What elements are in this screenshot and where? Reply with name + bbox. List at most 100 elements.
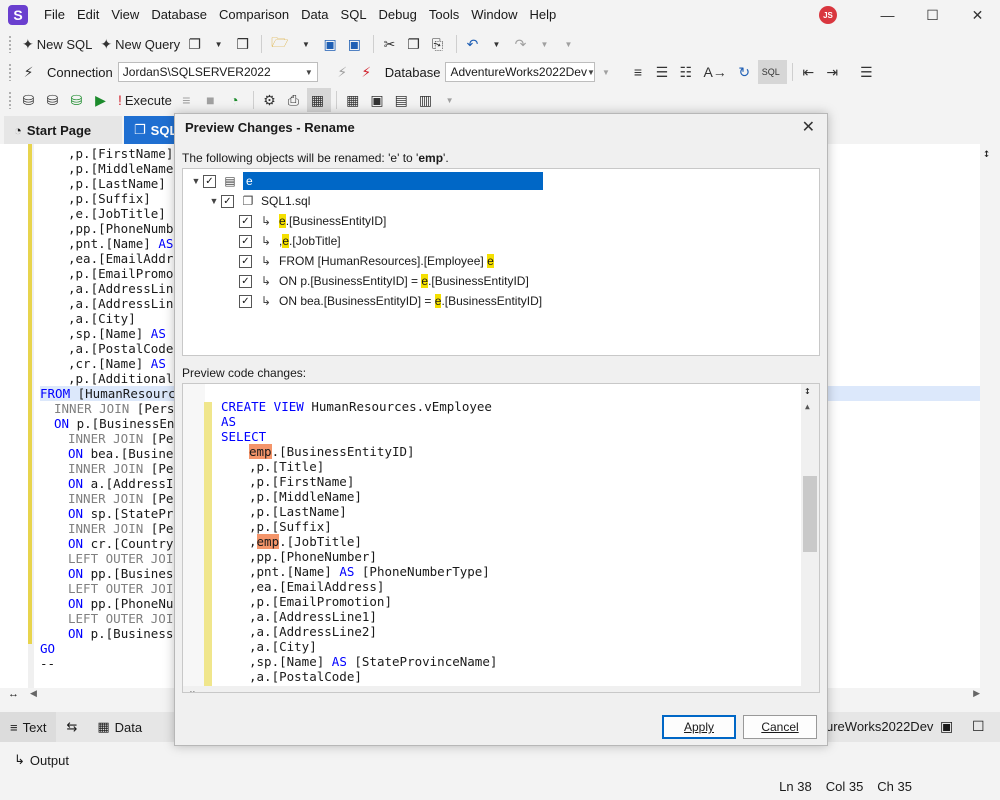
format-icon[interactable]: ≡ bbox=[627, 60, 651, 84]
execute-to-cursor-icon[interactable]: ≡ bbox=[176, 88, 200, 112]
history-icon[interactable]: ◔ bbox=[224, 88, 248, 112]
windows-icon[interactable]: ▥ bbox=[415, 88, 439, 112]
root-checkbox[interactable]: ✓ bbox=[203, 174, 216, 188]
menu-debug[interactable]: Debug bbox=[373, 0, 423, 30]
scroll-right-icon[interactable]: ▶ bbox=[973, 688, 980, 699]
split-horizontal-icon[interactable]: ↔ bbox=[8, 688, 19, 700]
save-icon[interactable]: ▣ bbox=[320, 32, 344, 56]
data-view-tab[interactable]: ▦ Data bbox=[87, 712, 152, 742]
reference-checkbox[interactable]: ✓ bbox=[239, 274, 252, 288]
save-all-icon[interactable]: ▣ bbox=[344, 32, 368, 56]
close-window-button[interactable]: ✕ bbox=[955, 0, 1000, 30]
menu-database[interactable]: Database bbox=[145, 0, 213, 30]
connect-icon[interactable]: ⚡ bbox=[332, 60, 356, 84]
user-avatar[interactable]: JS bbox=[819, 6, 837, 24]
scroll-up-icon[interactable]: ▲ bbox=[805, 402, 810, 411]
redo-icon[interactable]: ↷ bbox=[510, 32, 534, 56]
tree-reference-row[interactable]: ✓ ↳ ON bea.[BusinessEntityID] = e.[Busines… bbox=[239, 291, 542, 311]
new-document-icon[interactable]: ❐ bbox=[184, 32, 208, 56]
split-horizontal-icon[interactable]: ↔ bbox=[189, 686, 196, 692]
run-icon[interactable]: ▶ bbox=[90, 88, 114, 112]
cancel-button[interactable]: Cancel bbox=[743, 715, 817, 739]
case-icon[interactable]: A→ bbox=[699, 60, 733, 84]
split-icon[interactable]: ↕ bbox=[983, 146, 990, 160]
toolbar-options-icon[interactable]: ▼ bbox=[558, 32, 582, 56]
tree-reference-row[interactable]: ✓ ↳ ,e.[JobTitle] bbox=[239, 231, 341, 251]
toolbar-grip[interactable] bbox=[8, 35, 12, 53]
disconnect-icon[interactable]: ⚡ bbox=[356, 60, 380, 84]
menu-sql[interactable]: SQL bbox=[335, 0, 373, 30]
undo-icon[interactable]: ↶ bbox=[462, 32, 486, 56]
reference-checkbox[interactable]: ✓ bbox=[239, 294, 252, 308]
dropdown-arrow-icon[interactable]: ▼ bbox=[534, 32, 558, 56]
database-select[interactable]: AdventureWorks2022Dev ▼ bbox=[445, 62, 596, 82]
apply-button[interactable]: Apply bbox=[662, 715, 736, 739]
parameters-icon[interactable]: ☰ bbox=[651, 60, 675, 84]
close-icon[interactable]: ✕ bbox=[802, 117, 815, 137]
editor-vertical-scrollbar[interactable]: ↕ bbox=[980, 144, 1000, 688]
database-check-icon[interactable]: ⛁ bbox=[66, 88, 90, 112]
tree-root-row[interactable]: ▼ ✓ ▤ e bbox=[189, 171, 543, 191]
scroll-thumb[interactable] bbox=[803, 476, 817, 552]
copy-icon[interactable]: ❐ bbox=[403, 32, 427, 56]
new-query-button[interactable]: ✦ New Query bbox=[96, 32, 184, 56]
tree-file-row[interactable]: ▼ ✓ ❐ SQL1.sql bbox=[207, 191, 311, 211]
split-icon[interactable]: ↕ bbox=[804, 384, 811, 397]
new-sql-button[interactable]: ✦ New SQL bbox=[18, 32, 96, 56]
swap-icon[interactable]: ⇆ bbox=[56, 712, 87, 742]
open-folder-icon[interactable]: 🗁 bbox=[267, 32, 295, 56]
connection-plug-icon[interactable]: ⚡ bbox=[18, 60, 42, 84]
database-icon[interactable]: ⛁ bbox=[18, 88, 42, 112]
sql-mode-icon[interactable]: SQL bbox=[757, 60, 787, 84]
outdent-icon[interactable]: ⇤ bbox=[798, 60, 822, 84]
toolbar-options-icon[interactable]: ▼ bbox=[439, 88, 463, 112]
chevron-down-icon[interactable]: ▼ bbox=[207, 196, 221, 206]
menu-help[interactable]: Help bbox=[523, 0, 562, 30]
minimize-button[interactable]: — bbox=[865, 0, 910, 30]
stop-icon[interactable]: ■ bbox=[200, 88, 224, 112]
indent-icon[interactable]: ⇥ bbox=[822, 60, 846, 84]
tree-reference-row[interactable]: ✓ ↳ ON p.[BusinessEntityID] = e.[BusinessE… bbox=[239, 271, 529, 291]
menu-comparison[interactable]: Comparison bbox=[213, 0, 295, 30]
tree-reference-row[interactable]: ✓ ↳ FROM [HumanResources].[Employee] e bbox=[239, 251, 494, 271]
paste-icon[interactable]: ⎘ bbox=[427, 32, 451, 56]
reference-checkbox[interactable]: ✓ bbox=[239, 234, 252, 248]
scroll-left-icon[interactable]: ◀ bbox=[30, 688, 37, 699]
menu-file[interactable]: File bbox=[38, 0, 71, 30]
tree-reference-row[interactable]: ✓ ↳ e.[BusinessEntityID] bbox=[239, 211, 386, 231]
menu-data[interactable]: Data bbox=[295, 0, 334, 30]
new-file-icon[interactable]: ❒ bbox=[232, 32, 256, 56]
menu-view[interactable]: View bbox=[105, 0, 145, 30]
outline-icon[interactable]: ☷ bbox=[675, 60, 699, 84]
list-icon[interactable]: ☰ bbox=[856, 60, 880, 84]
maximize-panel-icon[interactable]: ☐ bbox=[972, 718, 985, 735]
reference-checkbox[interactable]: ✓ bbox=[239, 254, 252, 268]
layout-icon[interactable]: ▦ bbox=[342, 88, 366, 112]
connection-select[interactable]: JordanS\SQLSERVER2022 ▼ bbox=[117, 62, 318, 82]
rename-objects-tree[interactable]: ▼ ✓ ▤ e ▼ ✓ ❐ SQL1.sql ✓ ↳ e.[BusinessEnti… bbox=[182, 168, 820, 356]
cut-icon[interactable]: ✂ bbox=[379, 32, 403, 56]
chevron-down-icon[interactable]: ▼ bbox=[189, 176, 203, 186]
preview-vertical-scrollbar[interactable]: ↕ ▲ bbox=[801, 384, 819, 692]
menu-edit[interactable]: Edit bbox=[71, 0, 105, 30]
text-view-tab[interactable]: ≡ Text bbox=[0, 712, 57, 742]
dropdown-arrow-icon[interactable]: ▼ bbox=[486, 32, 510, 56]
dropdown-arrow-icon[interactable]: ▼ bbox=[296, 32, 320, 56]
dropdown-arrow-icon[interactable]: ▼ bbox=[208, 32, 232, 56]
refresh-icon[interactable]: ↻ bbox=[734, 60, 758, 84]
file-checkbox[interactable]: ✓ bbox=[221, 194, 234, 208]
menu-window[interactable]: Window bbox=[465, 0, 523, 30]
query-profiler-icon[interactable]: ⚙ bbox=[259, 88, 283, 112]
preview-horizontal-scrollbar[interactable]: ↔ bbox=[183, 686, 819, 692]
output-panel-tab[interactable]: ↳ Output bbox=[0, 748, 1000, 772]
menu-tools[interactable]: Tools bbox=[423, 0, 465, 30]
execute-button[interactable]: ! Execute bbox=[114, 88, 176, 112]
grid-icon[interactable]: ▦ bbox=[306, 88, 332, 112]
preview-code-editor[interactable]: CREATE VIEW HumanResources.vEmployee AS … bbox=[182, 383, 820, 693]
reference-checkbox[interactable]: ✓ bbox=[239, 214, 252, 228]
database-refresh-icon[interactable]: ⛁ bbox=[42, 88, 66, 112]
maximize-button[interactable]: ☐ bbox=[910, 0, 955, 30]
database-dropdown-icon[interactable]: ▼ bbox=[595, 60, 619, 84]
export-icon[interactable]: ⎙ bbox=[283, 88, 307, 112]
toolbar-grip[interactable] bbox=[8, 63, 12, 81]
